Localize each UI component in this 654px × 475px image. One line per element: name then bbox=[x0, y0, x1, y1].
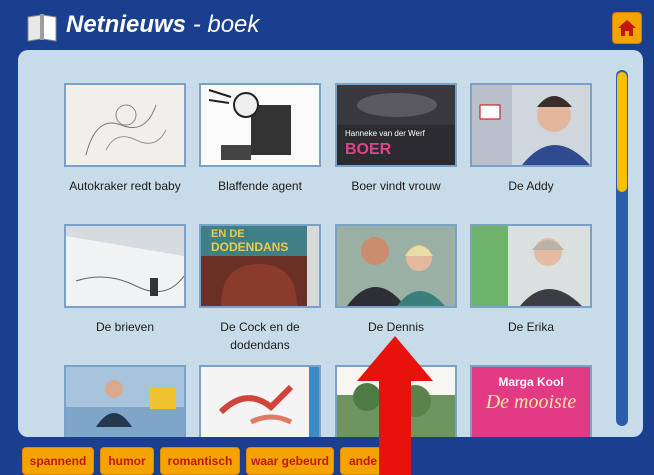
cover-title: BOER bbox=[345, 141, 392, 158]
header: Netnieuws - boek bbox=[0, 0, 654, 52]
book-cover bbox=[470, 83, 592, 167]
cover-author: Marga Kool bbox=[498, 375, 564, 389]
book-tile[interactable]: De Dennis bbox=[329, 224, 463, 336]
book-title: Autokraker redt baby bbox=[69, 179, 181, 193]
book-tile[interactable]: EN DE DODENDANS De Cock en de dodendans bbox=[193, 224, 327, 354]
filter-humor[interactable]: humor bbox=[100, 447, 154, 475]
book-tile[interactable]: Blaffende agent bbox=[193, 83, 327, 195]
book-tile[interactable]: De Erika bbox=[464, 224, 598, 336]
annotation-arrow-icon bbox=[357, 336, 433, 475]
book-title: Boer vindt vrouw bbox=[351, 179, 441, 193]
book-title: De Addy bbox=[508, 179, 554, 193]
book-cover: Hanneke van der Werf BOER bbox=[335, 83, 457, 167]
book-tile[interactable]: Marga Kool De mooiste bbox=[464, 365, 598, 437]
book-cover: EN DE DODENDANS bbox=[199, 224, 321, 308]
book-cover bbox=[64, 365, 186, 437]
book-cover bbox=[335, 224, 457, 308]
book-cover: Marga Kool De mooiste bbox=[470, 365, 592, 437]
section-name: - boek bbox=[192, 11, 260, 38]
book-tile[interactable]: De brieven bbox=[58, 224, 192, 336]
book-icon bbox=[27, 14, 57, 42]
book-cover bbox=[199, 365, 321, 437]
book-cover bbox=[199, 83, 321, 167]
cover-line-1: EN DE bbox=[211, 228, 245, 240]
book-cover bbox=[64, 224, 186, 308]
scrollbar-thumb[interactable] bbox=[617, 72, 627, 192]
book-tile[interactable]: Hanneke van der Werf BOER Boer vindt vro… bbox=[329, 83, 463, 195]
home-button[interactable] bbox=[612, 12, 642, 44]
home-icon bbox=[618, 20, 636, 36]
filter-spannend[interactable]: spannend bbox=[22, 447, 94, 475]
book-title: De Dennis bbox=[367, 320, 425, 334]
book-tile[interactable] bbox=[58, 365, 192, 437]
cover-title: De mooiste bbox=[485, 391, 577, 413]
book-tile[interactable] bbox=[193, 365, 327, 437]
book-cover bbox=[470, 224, 592, 308]
page-title: Netnieuws - boek bbox=[66, 11, 259, 39]
book-cover bbox=[64, 83, 186, 167]
app-name: Netnieuws bbox=[66, 11, 187, 38]
book-title: De brieven bbox=[95, 320, 155, 334]
book-title: Blaffende agent bbox=[218, 179, 302, 193]
book-title: De Cock en de dodendans bbox=[220, 320, 300, 352]
filter-waar-gebeurd[interactable]: waar gebeurd bbox=[246, 447, 334, 475]
book-tile[interactable]: De Addy bbox=[464, 83, 598, 195]
cover-line-2: DODENDANS bbox=[211, 240, 289, 254]
cover-author: Hanneke van der Werf bbox=[345, 129, 425, 138]
scrollbar[interactable] bbox=[616, 70, 628, 426]
filter-romantisch[interactable]: romantisch bbox=[160, 447, 240, 475]
book-grid-panel: Autokraker redt baby Blaffende agent Han… bbox=[18, 50, 643, 437]
book-tile[interactable]: Autokraker redt baby bbox=[58, 83, 192, 195]
book-title: De Erika bbox=[507, 320, 554, 334]
